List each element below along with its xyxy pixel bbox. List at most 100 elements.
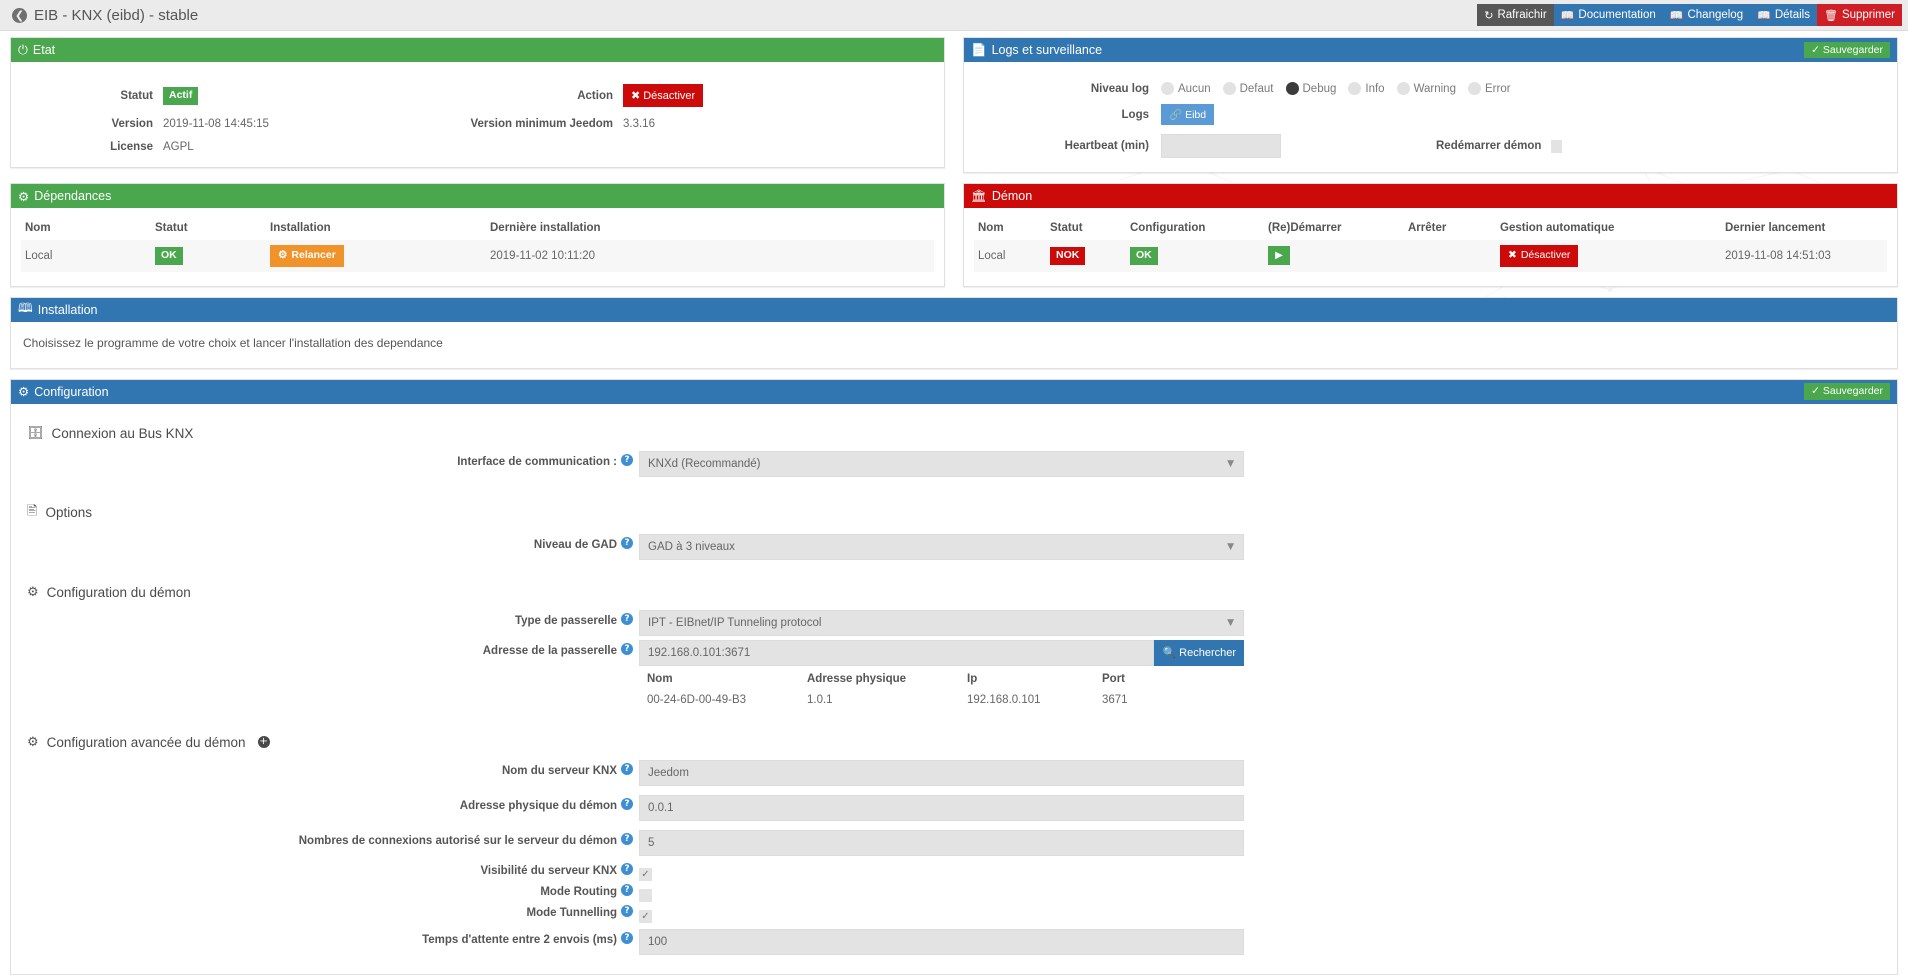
bank-icon: 🏛 (971, 188, 987, 203)
deactivate-button[interactable]: ✖ Désactiver (623, 84, 704, 107)
radio-info-label: Info (1365, 82, 1385, 95)
help-icon[interactable]: ? (621, 832, 633, 845)
etat-version-min-label: Version minimum Jeedom (470, 118, 613, 130)
td-dep-statut: OK (151, 240, 266, 272)
logs-button-cell: 🔗 Eibd (1161, 104, 1887, 125)
help-icon[interactable]: ? (621, 453, 633, 466)
td-dep-nom: Local (21, 240, 151, 272)
col-left-top: ⏻ Etat Statut Actif Action ✖ Désactiver … (10, 37, 945, 183)
td-demon-gestion: ✖ Désactiver (1496, 240, 1721, 272)
th-demon-nom: Nom (974, 216, 1046, 240)
installation-panel-header: 🕮 Installation (11, 297, 1897, 322)
passerelle-type-select[interactable]: IPT - EIBnet/IP Tunneling protocol ▼ (639, 609, 1244, 636)
th-gw-nom: Nom (639, 666, 799, 690)
restart-daemon-label: Redémarrer démon (1436, 140, 1542, 152)
field-interface-label-group: Interface de communication : ? (11, 451, 639, 468)
td-gw-ip: 192.168.0.101 (959, 689, 1094, 712)
chevron-down-icon: ▼ (1227, 541, 1234, 552)
field-passerelle-type-control: IPT - EIBnet/IP Tunneling protocol ▼ (639, 609, 1244, 636)
gestion-desactiver-button[interactable]: ✖ Désactiver (1500, 245, 1579, 267)
radio-debug[interactable]: Debug (1285, 82, 1336, 95)
help-icon[interactable]: ? (621, 862, 633, 875)
mode-routing-checkbox[interactable]: ✓ (639, 888, 652, 902)
help-icon[interactable]: ? (621, 642, 633, 655)
field-nom-serveur-label-group: Nom du serveur KNX ? (11, 760, 639, 777)
help-icon[interactable]: ? (621, 931, 633, 944)
status-badge: Actif (163, 87, 199, 105)
temps-attente-input[interactable]: 100 (639, 928, 1244, 955)
logs-panel-header: 📄 Logs et surveillance ✓ Sauvegarder (964, 38, 1897, 62)
etat-panel: ⏻ Etat Statut Actif Action ✖ Désactiver … (10, 37, 945, 168)
radio-defaut[interactable]: Defaut (1222, 82, 1274, 95)
dependances-panel: ⚙ Dépendances Nom Statut Installation De… (10, 183, 945, 287)
configuration-panel-body: 🗄 Connexion au Bus KNX Interface de comm… (11, 403, 1897, 974)
radio-info[interactable]: Info (1348, 82, 1385, 95)
td-demon-redemarrer: ▶ (1264, 240, 1404, 272)
delete-button[interactable]: 🗑 Supprimer (1816, 4, 1902, 26)
passerelle-address-input[interactable]: 192.168.0.101:3671 (639, 639, 1155, 666)
row-etat-logs: ⏻ Etat Statut Actif Action ✖ Désactiver … (0, 31, 1908, 183)
documentation-button[interactable]: 📖 Documentation (1553, 4, 1663, 26)
play-icon[interactable]: ▶ (1268, 246, 1290, 266)
field-nb-connexions-label: Nombres de connexions autorisé sur le se… (298, 834, 617, 847)
help-icon[interactable]: ? (621, 883, 633, 896)
td-gw-adresse: 1.0.1 (799, 689, 959, 712)
td-dep-installation: ⚙ Relancer (266, 240, 486, 272)
field-visibilite-label: Visibilité du serveur KNX (480, 864, 617, 877)
configuration-save-button[interactable]: ✓ Sauvegarder (1804, 383, 1890, 400)
section-bus-knx-title: Connexion au Bus KNX (51, 425, 194, 441)
eibd-log-button[interactable]: 🔗 Eibd (1161, 104, 1215, 125)
radio-aucun[interactable]: Aucun (1161, 82, 1211, 95)
section-config-demon: ⚙ Configuration du démon (11, 569, 1897, 610)
gear-icon: ⚙ (27, 734, 39, 750)
passerelle-address-input-group: 192.168.0.101:3671 🔍 Rechercher (639, 639, 1244, 666)
chevron-down-icon: ▼ (1227, 458, 1234, 469)
restart-daemon-checkbox[interactable] (1551, 139, 1563, 153)
nb-connexions-input[interactable]: 5 (639, 829, 1244, 856)
field-temps-attente-label: Temps d'attente entre 2 envois (ms) (422, 933, 617, 946)
documentation-button-label: Documentation (1578, 9, 1656, 21)
trash-icon: 🗑 (1823, 8, 1838, 22)
nom-serveur-input[interactable]: Jeedom (639, 759, 1244, 786)
logs-panel-title: Logs et surveillance (991, 43, 1103, 57)
close-icon: ✖ (631, 90, 641, 102)
radio-icon (1348, 82, 1362, 95)
table-header-row: Nom Adresse physique Ip Port (639, 666, 1244, 690)
page-root: ❮ EIB - KNX (eibd) - stable ↻ Rafraichir… (0, 0, 1908, 975)
help-icon[interactable]: ? (621, 612, 633, 625)
visibilite-checkbox[interactable]: ✓ (639, 867, 652, 881)
col-right-top: 📄 Logs et surveillance ✓ Sauvegarder Niv… (963, 37, 1898, 183)
changelog-button[interactable]: 📖 Changelog (1662, 4, 1751, 26)
help-icon[interactable]: ? (621, 904, 633, 917)
th-demon-statut: Statut (1046, 216, 1126, 240)
heartbeat-input[interactable] (1161, 134, 1281, 158)
mode-tunnelling-checkbox[interactable]: ✓ (639, 909, 652, 923)
refresh-button[interactable]: ↻ Rafraichir (1477, 4, 1554, 26)
back-arrow-icon[interactable]: ❮ (12, 7, 27, 23)
gestion-desactiver-label: Désactiver (1520, 249, 1571, 261)
search-gateway-button[interactable]: 🔍 Rechercher (1154, 639, 1244, 666)
book-icon: 📖 (1757, 8, 1771, 22)
radio-warning-label: Warning (1413, 82, 1456, 95)
interface-select[interactable]: KNXd (Recommandé) ▼ (639, 450, 1244, 477)
radio-warning[interactable]: Warning (1396, 82, 1456, 95)
radio-error[interactable]: Error (1467, 82, 1511, 95)
details-button[interactable]: 📖 Détails (1750, 4, 1817, 26)
file-icon: 📄 (971, 42, 987, 57)
field-visibilite-control: ✓ (639, 865, 1244, 881)
log-level-radio-group: Aucun Defaut Debug Info Warning Error (1161, 82, 1887, 95)
logs-save-button[interactable]: ✓ Sauvegarder (1804, 41, 1890, 59)
help-icon[interactable]: ? (621, 797, 633, 810)
adresse-physique-input[interactable]: 0.0.1 (639, 794, 1244, 821)
radio-aucun-label: Aucun (1178, 82, 1211, 95)
field-gad-control: GAD à 3 niveaux ▼ (639, 533, 1244, 560)
plus-circle-icon[interactable]: + (257, 736, 270, 749)
table-row[interactable]: 00-24-6D-00-49-B3 1.0.1 192.168.0.101 36… (639, 689, 1244, 712)
field-mode-tunnelling-control: ✓ (639, 907, 1244, 923)
help-icon[interactable]: ? (621, 536, 633, 549)
etat-panel-header: ⏻ Etat (11, 38, 944, 62)
help-icon[interactable]: ? (621, 762, 633, 775)
eibd-log-button-label: Eibd (1185, 108, 1207, 121)
relancer-button[interactable]: ⚙ Relancer (270, 245, 344, 267)
gad-select[interactable]: GAD à 3 niveaux ▼ (639, 533, 1244, 560)
